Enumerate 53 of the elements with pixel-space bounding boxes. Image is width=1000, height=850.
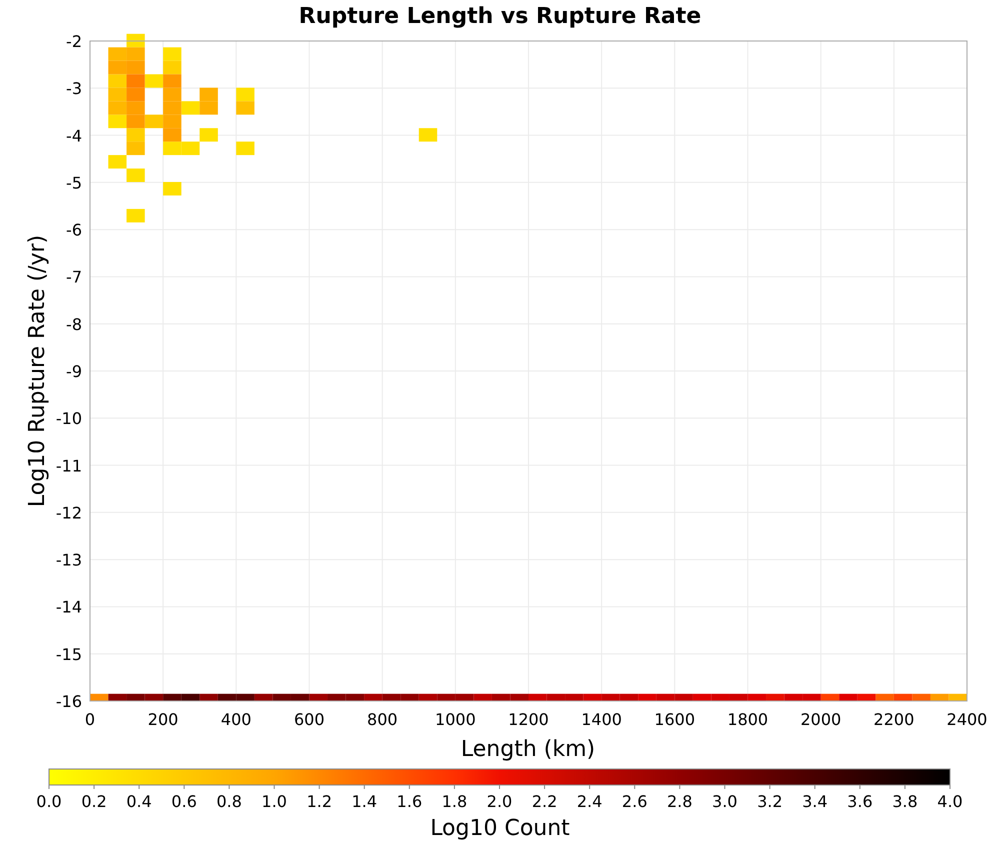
tick-label: 3.2 xyxy=(757,792,783,811)
tick-label: 0.6 xyxy=(171,792,197,811)
tick-label: -7 xyxy=(66,268,82,287)
tick-label: 0.2 xyxy=(81,792,107,811)
tick-label: -8 xyxy=(66,314,82,334)
tick-label: -13 xyxy=(56,550,82,570)
tick-label: 600 xyxy=(294,710,325,729)
axis-label: Length (km) xyxy=(460,737,596,762)
tick-label: 200 xyxy=(148,710,178,729)
tick-label: -2 xyxy=(66,32,82,51)
tick-label: -10 xyxy=(56,409,82,428)
tick-label: 4.0 xyxy=(937,792,963,811)
tick-label: 2.8 xyxy=(666,792,692,811)
tick-label: 1200 xyxy=(508,710,549,729)
tick-label: -12 xyxy=(56,503,82,522)
tick-label: -11 xyxy=(56,456,82,476)
tick-label: -9 xyxy=(66,362,82,381)
tick-label: 1800 xyxy=(727,710,768,729)
tick-label: -16 xyxy=(56,692,82,711)
tick-label: 0 xyxy=(84,710,96,729)
tick-label: 0.0 xyxy=(36,792,62,811)
axis-label: Log10 Count xyxy=(430,816,570,841)
tick-label: 2.2 xyxy=(532,792,558,811)
tick-label: 3.4 xyxy=(802,792,828,811)
tick-label: 2.0 xyxy=(486,792,512,811)
tick-label: -15 xyxy=(56,644,82,664)
tick-label: -5 xyxy=(66,173,82,192)
tick-label: 2000 xyxy=(800,710,842,729)
tick-label: 3.6 xyxy=(847,792,873,811)
tick-label: 2.4 xyxy=(576,792,602,811)
tick-label: 1.8 xyxy=(442,792,468,811)
tick-label: 1600 xyxy=(654,710,696,729)
tick-label: 2400 xyxy=(946,710,988,729)
tick-label: 2200 xyxy=(874,710,914,729)
tick-label: 0.4 xyxy=(126,792,152,811)
tick-label: -6 xyxy=(66,220,82,240)
tick-label: -3 xyxy=(66,79,82,98)
tick-label: 800 xyxy=(367,710,398,729)
tick-label: 1000 xyxy=(435,710,476,729)
tick-label: 2.6 xyxy=(622,792,648,811)
tick-label: -14 xyxy=(56,598,82,617)
tick-label: 400 xyxy=(220,710,252,729)
tick-label: 1.6 xyxy=(396,792,422,811)
axis-label: Log10 Rupture Rate (/yr) xyxy=(25,234,50,508)
tick-label: 1.4 xyxy=(352,792,378,811)
tick-label: 1400 xyxy=(581,710,622,729)
tick-label: 3.0 xyxy=(712,792,738,811)
tick-label: 1.0 xyxy=(262,792,287,811)
chart-title: Rupture Length vs Rupture Rate xyxy=(298,4,702,29)
tick-label: 0.8 xyxy=(216,792,242,811)
tick-label: 1.2 xyxy=(306,792,332,811)
tick-label: 3.8 xyxy=(892,792,918,811)
tick-label: -4 xyxy=(66,126,82,146)
